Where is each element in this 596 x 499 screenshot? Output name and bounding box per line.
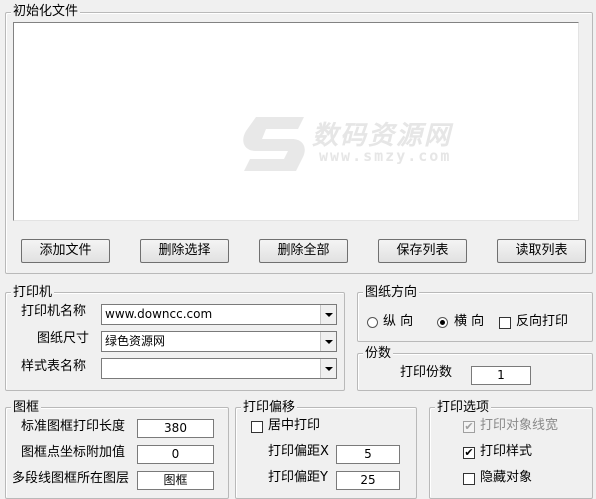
delete-selected-button[interactable]: 删除选择 <box>140 239 229 263</box>
center-print-checkbox[interactable] <box>251 421 263 433</box>
frame-length-input[interactable]: 380 <box>137 419 214 438</box>
paper-size-label: 图纸尺寸 <box>37 331 90 346</box>
frame-coord-label: 图框点坐标附加值 <box>21 445 126 460</box>
landscape-radio[interactable] <box>437 317 448 328</box>
offset-legend: 打印偏移 <box>241 400 298 416</box>
orientation-legend: 图纸方向 <box>363 285 420 301</box>
init-files-legend: 初始化文件 <box>11 4 81 20</box>
offset-x-label: 打印偏距X <box>268 444 329 459</box>
chevron-down-icon[interactable] <box>320 359 336 378</box>
watermark-logo-icon <box>243 117 305 171</box>
line-width-label[interactable]: 打印对象线宽 <box>480 417 558 435</box>
frame-coord-input[interactable]: 0 <box>137 445 214 464</box>
watermark-text: 数码资源网 <box>312 121 453 151</box>
printer-name-select[interactable]: www.downcc.com <box>101 304 337 325</box>
style-table-select[interactable] <box>101 358 337 379</box>
load-list-button[interactable]: 读取列表 <box>497 239 586 263</box>
reverse-print-label[interactable]: 反向打印 <box>516 313 568 331</box>
printer-legend: 打印机 <box>11 285 55 301</box>
reverse-print-checkbox[interactable] <box>499 317 511 329</box>
frame-legend: 图框 <box>11 400 42 416</box>
printer-name-value: www.downcc.com <box>105 307 213 321</box>
print-style-checkbox[interactable]: ✔ <box>463 447 475 459</box>
chevron-down-icon[interactable] <box>320 332 336 351</box>
offset-y-label: 打印偏距Y <box>268 470 328 485</box>
print-style-label[interactable]: 打印样式 <box>480 443 532 461</box>
printer-name-label: 打印机名称 <box>21 304 87 319</box>
file-list[interactable]: 数码资源网 www.smzy.com <box>13 22 579 221</box>
frame-layer-input[interactable]: 图框 <box>137 471 214 490</box>
copies-label: 打印份数 <box>400 365 453 380</box>
watermark-url: www.smzy.com <box>319 147 452 165</box>
style-table-label: 样式表名称 <box>21 359 87 374</box>
center-print-label[interactable]: 居中打印 <box>268 417 320 435</box>
copies-input[interactable]: 1 <box>471 366 531 385</box>
line-width-checkbox[interactable]: ✔ <box>463 421 475 433</box>
paper-size-value: 绿色资源网 <box>105 334 166 348</box>
portrait-radio[interactable] <box>367 317 378 328</box>
add-file-button[interactable]: 添加文件 <box>21 239 110 263</box>
offset-x-input[interactable]: 5 <box>336 445 400 464</box>
paper-size-select[interactable]: 绿色资源网 <box>101 331 337 352</box>
hidden-objects-label[interactable]: 隐藏对象 <box>480 469 532 487</box>
delete-all-button[interactable]: 删除全部 <box>259 239 348 263</box>
portrait-label[interactable]: 纵 向 <box>383 313 413 331</box>
copies-legend: 份数 <box>363 346 394 362</box>
options-legend: 打印选项 <box>435 400 492 416</box>
frame-layer-label: 多段线图框所在图层 <box>12 471 130 486</box>
chevron-down-icon[interactable] <box>320 305 336 324</box>
offset-y-input[interactable]: 25 <box>336 471 400 490</box>
hidden-objects-checkbox[interactable] <box>463 473 475 485</box>
landscape-label[interactable]: 横 向 <box>454 313 484 331</box>
frame-length-label: 标准图框打印长度 <box>21 419 126 434</box>
save-list-button[interactable]: 保存列表 <box>378 239 467 263</box>
